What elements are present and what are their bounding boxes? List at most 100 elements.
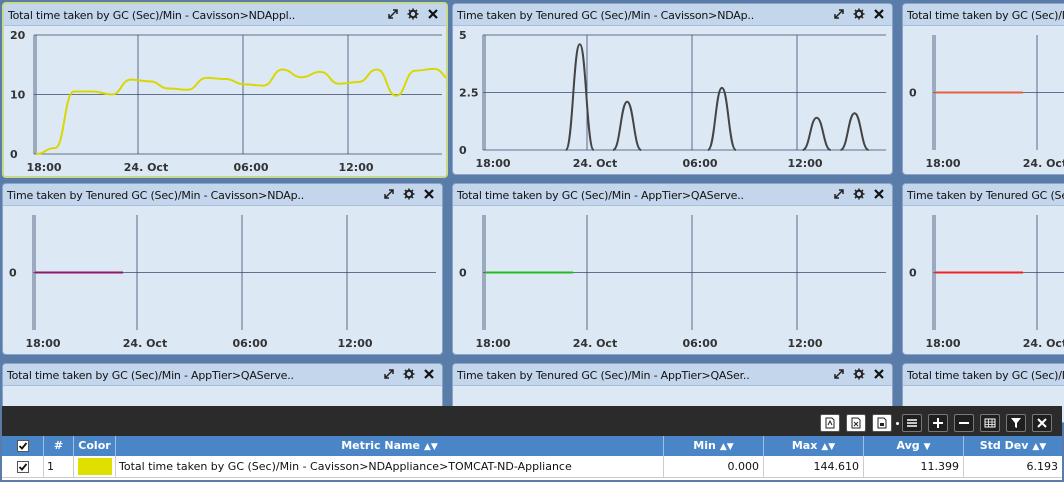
maximize-button[interactable] xyxy=(382,187,396,201)
y-tick-label: 5 xyxy=(459,29,467,42)
y-tick-label: 0 xyxy=(9,267,17,280)
maximize-button[interactable] xyxy=(832,7,846,21)
panel-title: Total time taken by GC (Sec)/Min - AppTi… xyxy=(7,369,294,382)
y-tick-label: 0 xyxy=(909,267,917,280)
y-tick-label: 0 xyxy=(459,144,467,157)
panel-header[interactable]: Time taken by Tenured GC (Sec)/Min - Cav… xyxy=(3,184,442,206)
y-tick-label: 2.5 xyxy=(459,87,479,100)
row-metric-name: Total time taken by GC (Sec)/Min - Cavis… xyxy=(116,456,664,478)
x-tick-label: 18:00 xyxy=(475,337,510,350)
peak-line xyxy=(564,43,595,151)
panel-header[interactable]: Time taken by Tenured GC (Sec)/Min - App… xyxy=(453,364,892,386)
panel-title: Time taken by Tenured GC (Sec)/Min - App… xyxy=(457,369,750,382)
peak-line xyxy=(802,116,832,151)
maximize-button[interactable] xyxy=(386,7,400,21)
x-tick-label: 24. Oct xyxy=(123,337,167,350)
select-all-checkbox[interactable] xyxy=(16,440,29,452)
x-tick-label: 24. Oct xyxy=(573,157,617,170)
panel-header[interactable]: Time taken by Tenured GC (Sec)/Min - Cav… xyxy=(453,4,892,26)
settings-button[interactable] xyxy=(852,187,866,201)
table-view-button[interactable] xyxy=(980,414,1000,432)
excel-export-icon xyxy=(851,417,861,429)
panel-title: Time taken by Tenured GC (Sec)/Min - Cav… xyxy=(457,9,755,22)
panel-header[interactable]: Total time taken by GC (Sec)/Min - Cavis… xyxy=(4,4,446,26)
y-tick-label: 0 xyxy=(459,267,467,280)
close-panel-button[interactable] xyxy=(872,367,886,381)
chart-panel[interactable]: Time taken by Tenured GC (Sec)/Min - App… xyxy=(902,183,1064,355)
settings-button[interactable] xyxy=(402,187,416,201)
remove-button[interactable] xyxy=(954,414,974,432)
row-checkbox[interactable] xyxy=(16,461,29,473)
add-button[interactable] xyxy=(928,414,948,432)
close-table-button[interactable] xyxy=(1032,414,1052,432)
color-swatch[interactable] xyxy=(78,458,112,475)
chart-panel[interactable]: Time taken by Tenured GC (Sec)/Min - Cav… xyxy=(2,183,443,355)
chart-panel[interactable]: Total time taken by GC (Sec)/Min - Cavis… xyxy=(2,2,448,178)
settings-button[interactable] xyxy=(852,367,866,381)
maximize-button[interactable] xyxy=(832,367,846,381)
panel-header[interactable]: Total time taken by GC (Sec)/Min - AppTi… xyxy=(903,4,1064,26)
table-row[interactable]: 1 Total time taken by GC (Sec)/Min - Cav… xyxy=(2,456,1062,478)
excel-export-button[interactable] xyxy=(846,414,866,432)
series-line xyxy=(35,67,446,155)
metric-name-column-header[interactable]: Metric Name ▲▼ xyxy=(116,436,664,456)
chart-panel[interactable]: Total time taken by GC (Sec)/Min - AppTi… xyxy=(902,3,1064,175)
close-panel-button[interactable] xyxy=(872,7,886,21)
close-icon xyxy=(424,189,434,199)
close-icon xyxy=(428,9,438,19)
maximize-icon xyxy=(384,189,394,199)
close-panel-button[interactable] xyxy=(426,7,440,21)
panel-title: Time taken by Tenured GC (Sec)/Min - Cav… xyxy=(7,189,305,202)
x-tick-label: 12:00 xyxy=(787,337,822,350)
table-header: # Color Metric Name ▲▼ Min ▲▼ Max ▲▼ Avg ▼ S… xyxy=(2,436,1062,456)
chart-panel[interactable]: Time taken by Tenured GC (Sec)/Min - Cav… xyxy=(452,3,893,175)
settings-button[interactable] xyxy=(402,367,416,381)
x-tick-label: 06:00 xyxy=(233,161,268,174)
x-tick-label: 24. Oct xyxy=(1023,337,1064,350)
close-panel-button[interactable] xyxy=(422,187,436,201)
settings-button[interactable] xyxy=(406,7,420,21)
avg-column-header[interactable]: Avg ▼ xyxy=(864,436,964,456)
pdf-export-button[interactable] xyxy=(820,414,840,432)
x-tick-label: 12:00 xyxy=(338,161,373,174)
maximize-icon xyxy=(384,369,394,379)
x-tick-label: 06:00 xyxy=(232,337,267,350)
panel-title: Total time taken by GC (Sec)/Min - AppTi… xyxy=(457,189,744,202)
max-column-header[interactable]: Max ▲▼ xyxy=(764,436,864,456)
filter-button[interactable] xyxy=(1006,414,1026,432)
close-icon xyxy=(874,189,884,199)
x-tick-label: 24. Oct xyxy=(1023,157,1064,170)
peak-line xyxy=(706,86,737,151)
row-color-cell[interactable] xyxy=(74,456,116,478)
y-tick-label: 0 xyxy=(909,87,917,100)
x-tick-label: 24. Oct xyxy=(573,337,617,350)
close-panel-button[interactable] xyxy=(422,367,436,381)
panel-header[interactable]: Total time taken by GC (Sec)/Min - AppTi… xyxy=(903,364,1064,386)
number-column-header: # xyxy=(44,436,74,456)
select-all-header[interactable] xyxy=(2,436,44,456)
close-panel-button[interactable] xyxy=(872,187,886,201)
panel-header[interactable]: Total time taken by GC (Sec)/Min - AppTi… xyxy=(3,364,442,386)
close-icon xyxy=(874,9,884,19)
table-icon xyxy=(984,418,996,428)
settings-button[interactable] xyxy=(852,7,866,21)
chart: 18:00 24. Oct 0 xyxy=(909,35,1064,170)
maximize-button[interactable] xyxy=(832,187,846,201)
min-column-header[interactable]: Min ▲▼ xyxy=(664,436,764,456)
chart-panel[interactable]: Total time taken by GC (Sec)/Min - AppTi… xyxy=(452,183,893,355)
gear-icon xyxy=(853,8,865,20)
word-export-icon xyxy=(877,417,887,429)
row-select-cell[interactable] xyxy=(2,456,44,478)
maximize-button[interactable] xyxy=(382,367,396,381)
panel-header[interactable]: Total time taken by GC (Sec)/Min - AppTi… xyxy=(453,184,892,206)
list-button[interactable] xyxy=(902,414,922,432)
row-index: 1 xyxy=(44,456,74,478)
panel-header[interactable]: Time taken by Tenured GC (Sec)/Min - App… xyxy=(903,184,1064,206)
peak-line xyxy=(840,112,870,151)
maximize-icon xyxy=(834,9,844,19)
word-export-button[interactable] xyxy=(872,414,892,432)
maximize-icon xyxy=(388,9,398,19)
x-tick-label: 06:00 xyxy=(682,337,717,350)
stddev-column-header[interactable]: Std Dev ▲▼ xyxy=(964,436,1062,456)
x-tick-label: 18:00 xyxy=(925,337,960,350)
